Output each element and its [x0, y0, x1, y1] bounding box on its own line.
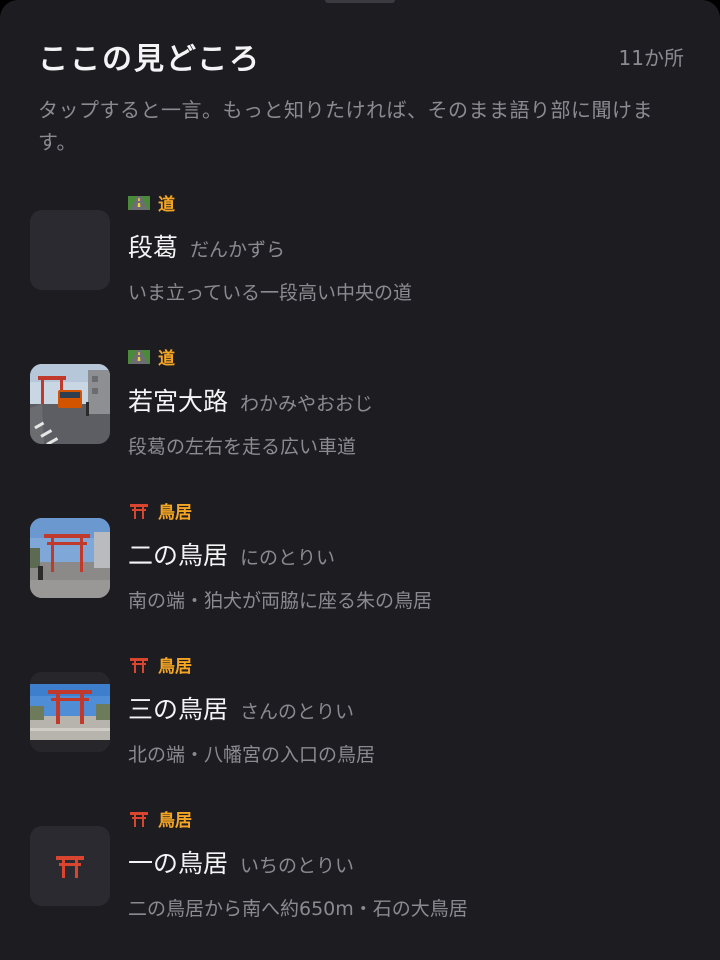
spot-name: 二の鳥居 — [128, 541, 229, 570]
spot-reading: にのとりい — [240, 547, 336, 569]
spot-name-row: 三の鳥居 さんのとりい — [128, 690, 354, 726]
spot-thumbnail-empty — [30, 210, 110, 290]
spot-description: 二の鳥居から南へ約650m・石の大鳥居 — [128, 898, 468, 920]
spot-description: 段葛の左右を走る広い車道 — [128, 436, 357, 458]
spot-category-label: 鳥居 — [158, 503, 192, 523]
spot-description: 北の端・八幡宮の入口の鳥居 — [128, 744, 376, 766]
road-icon — [128, 347, 150, 367]
spot-reading: いちのとりい — [240, 855, 355, 877]
spots-sheet: ここの見どころ 11か所 タップすると一言。もっと知りたければ、そのまま語り部に… — [0, 0, 720, 960]
spot-name: 若宮大路 — [128, 387, 229, 416]
spot-reading: さんのとりい — [240, 701, 355, 723]
spot-category-label: 鳥居 — [158, 811, 192, 831]
road-icon — [128, 193, 150, 213]
spot-item-ichi-no-torii[interactable]: 鳥居 一の鳥居 いちのとりい 二の鳥居から南へ約650m・石の大鳥居 — [0, 802, 720, 932]
spot-category-label: 道 — [158, 195, 175, 215]
spot-item-dankazura[interactable]: 道 段葛 だんかずら いま立っている一段高い中央の道 — [0, 186, 720, 316]
spot-item-ni-no-torii[interactable]: 鳥居 二の鳥居 にのとりい 南の端・狛犬が両脇に座る朱の鳥居 — [0, 494, 720, 624]
spot-description: いま立っている一段高い中央の道 — [128, 282, 413, 304]
torii-icon — [128, 809, 150, 829]
spot-reading: わかみやおおじ — [240, 393, 374, 415]
spot-count: 11か所 — [618, 46, 684, 70]
spot-name-row: 一の鳥居 いちのとりい — [128, 844, 354, 880]
spot-reading: だんかずら — [190, 239, 286, 261]
spot-description: 南の端・狛犬が両脇に座る朱の鳥居 — [128, 590, 433, 612]
spot-category: 鳥居 — [128, 652, 192, 677]
torii-icon — [128, 501, 150, 521]
spot-name: 段葛 — [128, 233, 179, 262]
spot-name: 三の鳥居 — [128, 695, 229, 724]
spot-thumbnail-torii-icon — [30, 826, 110, 906]
spot-item-wakamiya-oji[interactable]: 道 若宮大路 わかみやおおじ 段葛の左右を走る広い車道 — [0, 340, 720, 470]
intro-text: タップすると一言。もっと知りたければ、そのまま語り部に聞けます。 — [38, 98, 653, 154]
spot-thumbnail-street-photo — [30, 364, 110, 444]
spot-name-row: 段葛 だんかずら — [128, 228, 285, 264]
spot-name-row: 二の鳥居 にのとりい — [128, 536, 335, 572]
spot-category: 道 — [128, 344, 175, 369]
spot-category-label: 鳥居 — [158, 657, 192, 677]
torii-icon — [56, 856, 84, 878]
spot-category: 鳥居 — [128, 806, 192, 831]
spot-thumbnail-torii-photo — [30, 672, 110, 752]
sheet-grabber[interactable] — [325, 0, 395, 3]
spot-name: 一の鳥居 — [128, 849, 229, 878]
spot-item-san-no-torii[interactable]: 鳥居 三の鳥居 さんのとりい 北の端・八幡宮の入口の鳥居 — [0, 648, 720, 778]
spot-category-label: 道 — [158, 349, 175, 369]
spot-name-row: 若宮大路 わかみやおおじ — [128, 382, 373, 418]
page-title: ここの見どころ — [38, 42, 262, 77]
spot-thumbnail-torii-photo — [30, 518, 110, 598]
spot-category: 鳥居 — [128, 498, 192, 523]
spot-category: 道 — [128, 190, 175, 215]
sheet-header: ここの見どころ 11か所 — [38, 34, 684, 78]
torii-icon — [128, 655, 150, 675]
